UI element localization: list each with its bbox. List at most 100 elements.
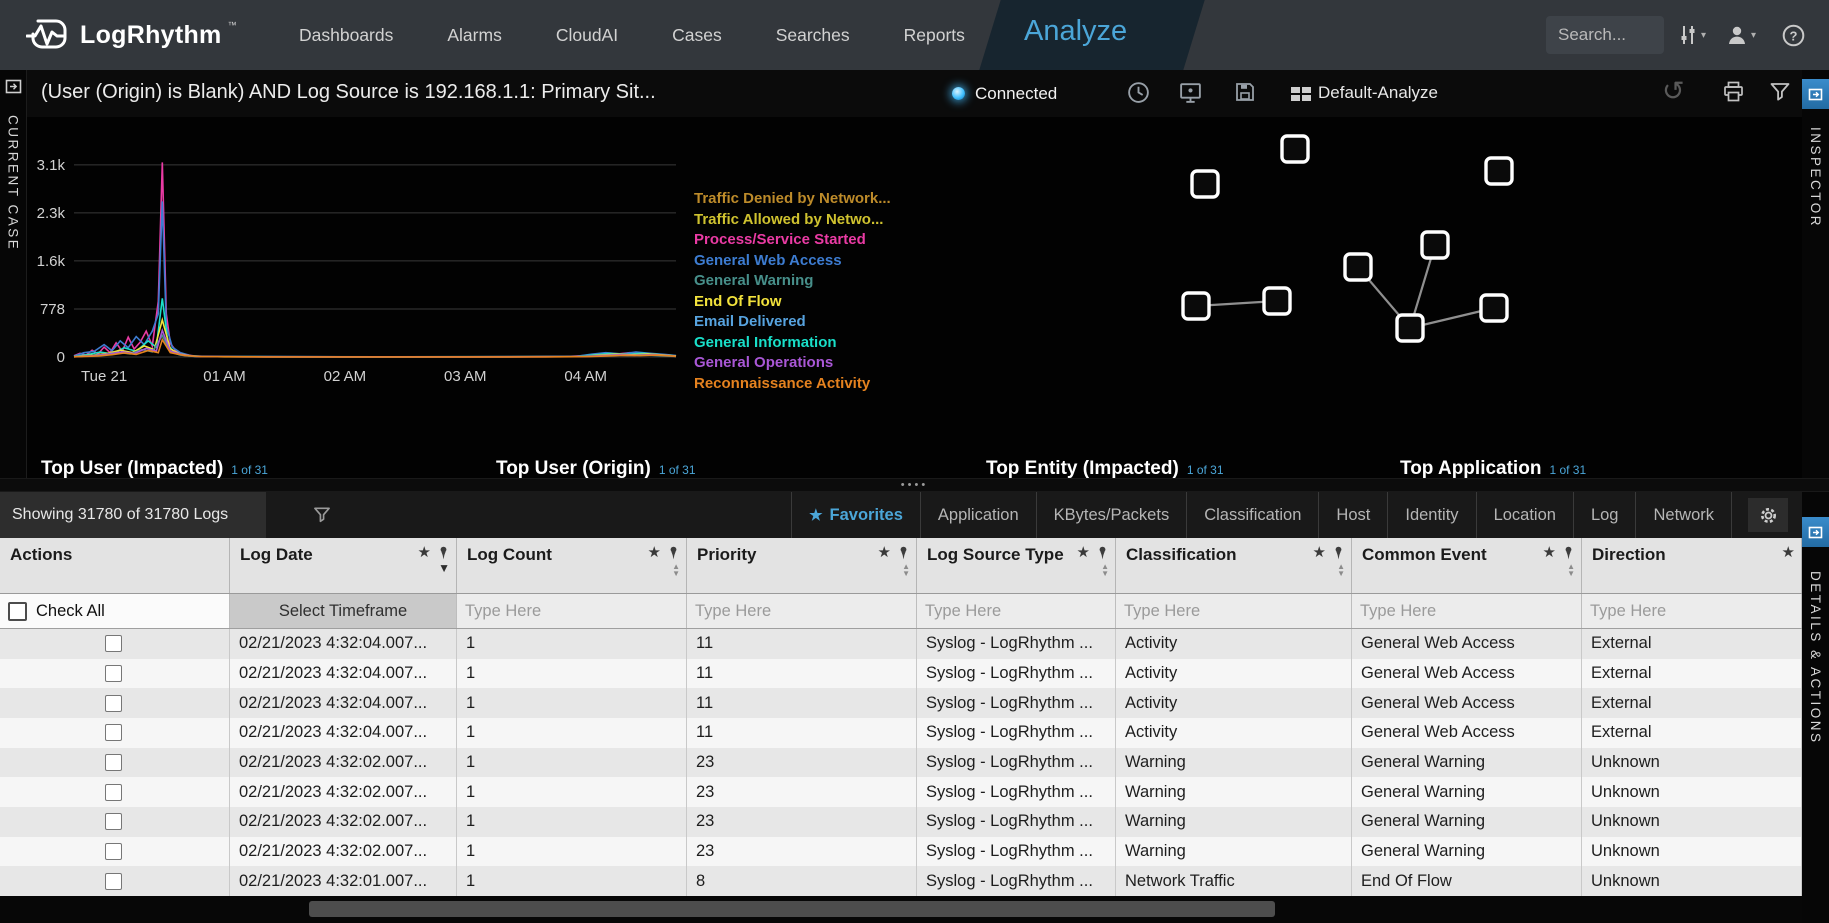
table-row[interactable]: 02/21/2023 4:32:04.007...111Syslog - Log… xyxy=(0,629,1802,659)
legend-entry-process-service-started[interactable]: Process/Service Started xyxy=(694,230,891,251)
table-row[interactable]: 02/21/2023 4:32:02.007...123Syslog - Log… xyxy=(0,748,1802,778)
pin-column-icon[interactable] xyxy=(437,546,450,560)
row-checkbox[interactable] xyxy=(105,635,122,652)
tab-network[interactable]: Network xyxy=(1635,492,1732,538)
pin-dashboard-icon[interactable] xyxy=(1178,80,1203,110)
tab-application[interactable]: Application xyxy=(920,492,1036,538)
pin-column-icon[interactable] xyxy=(667,546,680,560)
filter-input-log-count[interactable]: Type Here xyxy=(457,594,687,628)
nav-item-cloudai[interactable]: CloudAI xyxy=(529,25,645,46)
graph-node[interactable] xyxy=(1345,254,1371,280)
pin-column-icon[interactable] xyxy=(1332,546,1345,560)
table-row[interactable]: 02/21/2023 4:32:02.007...123Syslog - Log… xyxy=(0,807,1802,837)
view-options-icon[interactable]: ▾ xyxy=(1678,0,1706,70)
panel-splitter[interactable]: •••• xyxy=(0,478,1829,492)
expand-panel-icon[interactable] xyxy=(5,79,22,99)
graph-node[interactable] xyxy=(1481,295,1507,321)
sort-toggle-icon[interactable]: ▲▼ xyxy=(672,563,680,577)
filter-icon[interactable] xyxy=(1768,80,1792,109)
row-checkbox[interactable] xyxy=(105,665,122,682)
pin-column-icon[interactable] xyxy=(897,546,910,560)
column-header-priority[interactable]: Priority★▲▼ xyxy=(687,538,917,593)
collapse-panel-icon[interactable] xyxy=(1802,79,1829,109)
splitter-grip-icon[interactable]: •••• xyxy=(901,482,928,488)
favorite-column-icon[interactable]: ★ xyxy=(1077,545,1090,560)
column-header-common-event[interactable]: Common Event★▲▼ xyxy=(1352,538,1582,593)
brand[interactable]: LogRhythm ™ xyxy=(26,0,237,70)
tab-log[interactable]: Log xyxy=(1573,492,1636,538)
select-timeframe-button[interactable]: Select Timeframe xyxy=(230,594,457,628)
nav-item-searches[interactable]: Searches xyxy=(749,25,877,46)
sort-toggle-icon[interactable]: ▲▼ xyxy=(1567,563,1575,577)
undo-icon[interactable]: ↺ xyxy=(1662,78,1685,105)
column-header-log-source-type[interactable]: Log Source Type★▲▼ xyxy=(917,538,1116,593)
tab-favorites[interactable]: ★Favorites xyxy=(791,492,920,538)
tab-kbytes-packets[interactable]: KBytes/Packets xyxy=(1036,492,1187,538)
legend-entry-general-operations[interactable]: General Operations xyxy=(694,353,891,374)
filter-input-common-event[interactable]: Type Here xyxy=(1352,594,1582,628)
row-checkbox[interactable] xyxy=(105,843,122,860)
favorite-column-icon[interactable]: ★ xyxy=(648,545,661,560)
sort-toggle-icon[interactable]: ▲▼ xyxy=(902,563,910,577)
table-row[interactable]: 02/21/2023 4:32:01.007...18Syslog - LogR… xyxy=(0,866,1802,896)
favorite-column-icon[interactable]: ★ xyxy=(1543,545,1556,560)
row-checkbox[interactable] xyxy=(105,724,122,741)
column-header-log-count[interactable]: Log Count★▲▼ xyxy=(457,538,687,593)
widget-meta-link[interactable]: 1 of 31 xyxy=(231,463,268,477)
horizontal-scrollbar-thumb[interactable] xyxy=(309,901,1275,917)
nav-item-cases[interactable]: Cases xyxy=(645,25,749,46)
table-row[interactable]: 02/21/2023 4:32:04.007...111Syslog - Log… xyxy=(0,718,1802,748)
column-header-classification[interactable]: Classification★▲▼ xyxy=(1116,538,1352,593)
legend-entry-general-information[interactable]: General Information xyxy=(694,333,891,354)
horizontal-scrollbar-track[interactable] xyxy=(0,896,1802,923)
layout-grid-icon[interactable] xyxy=(1289,83,1313,110)
row-checkbox[interactable] xyxy=(105,754,122,771)
legend-entry-end-of-flow[interactable]: End Of Flow xyxy=(694,292,891,313)
nav-item-reports[interactable]: Reports xyxy=(877,25,992,46)
legend-entry-reconnaissance-activity[interactable]: Reconnaissance Activity xyxy=(694,374,891,395)
tab-host[interactable]: Host xyxy=(1318,492,1387,538)
widget-meta-link[interactable]: 1 of 31 xyxy=(659,463,696,477)
legend-entry-general-warning[interactable]: General Warning xyxy=(694,271,891,292)
search-input[interactable] xyxy=(1546,16,1664,54)
filter-logs-icon[interactable] xyxy=(312,505,332,530)
pin-column-icon[interactable] xyxy=(1562,546,1575,560)
tab-identity[interactable]: Identity xyxy=(1387,492,1475,538)
favorite-column-icon[interactable]: ★ xyxy=(1782,545,1795,560)
nav-item-analyze[interactable]: Analyze xyxy=(1024,15,1127,48)
help-icon[interactable]: ? xyxy=(1782,0,1805,70)
check-all-checkbox[interactable] xyxy=(8,602,27,621)
column-header-log-date[interactable]: Log Date★▼ xyxy=(230,538,457,593)
nav-item-dashboards[interactable]: Dashboards xyxy=(272,25,420,46)
collapse-panel-icon[interactable] xyxy=(1802,517,1829,547)
nav-item-alarms[interactable]: Alarms xyxy=(420,25,528,46)
graph-node[interactable] xyxy=(1192,171,1218,197)
user-menu-icon[interactable]: ▾ xyxy=(1726,0,1756,70)
table-row[interactable]: 02/21/2023 4:32:02.007...123Syslog - Log… xyxy=(0,777,1802,807)
legend-entry-general-web-access[interactable]: General Web Access xyxy=(694,251,891,272)
table-row[interactable]: 02/21/2023 4:32:02.007...123Syslog - Log… xyxy=(0,837,1802,867)
tab-location[interactable]: Location xyxy=(1476,492,1573,538)
favorite-column-icon[interactable]: ★ xyxy=(1313,545,1326,560)
filter-input-classification[interactable]: Type Here xyxy=(1116,594,1352,628)
details-actions-panel-tab[interactable]: DETAILS & ACTIONS xyxy=(1802,492,1829,923)
legend-entry-email-delivered[interactable]: Email Delivered xyxy=(694,312,891,333)
filter-input-direction[interactable]: Type Here xyxy=(1582,594,1802,628)
widget-meta-link[interactable]: 1 of 31 xyxy=(1187,463,1224,477)
graph-node[interactable] xyxy=(1486,158,1512,184)
table-row[interactable]: 02/21/2023 4:32:04.007...111Syslog - Log… xyxy=(0,659,1802,689)
column-header-direction[interactable]: Direction★ xyxy=(1582,538,1802,593)
graph-node[interactable] xyxy=(1183,293,1209,319)
row-checkbox[interactable] xyxy=(105,695,122,712)
graph-node[interactable] xyxy=(1422,232,1448,258)
row-checkbox[interactable] xyxy=(105,784,122,801)
clock-icon[interactable] xyxy=(1126,80,1151,110)
table-row[interactable]: 02/21/2023 4:32:04.007...111Syslog - Log… xyxy=(0,688,1802,718)
layout-selector[interactable]: Default-Analyze xyxy=(1318,83,1438,103)
filter-input-priority[interactable]: Type Here xyxy=(687,594,917,628)
pin-column-icon[interactable] xyxy=(1096,546,1109,560)
graph-node[interactable] xyxy=(1264,288,1290,314)
row-checkbox[interactable] xyxy=(105,813,122,830)
sort-toggle-icon[interactable]: ▲▼ xyxy=(1337,563,1345,577)
sort-toggle-icon[interactable]: ▲▼ xyxy=(1101,563,1109,577)
